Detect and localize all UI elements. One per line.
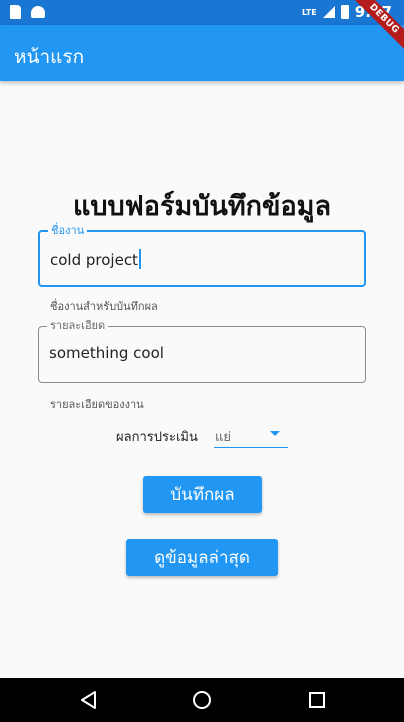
detail-field-label: รายละเอียด [47,319,109,333]
form-content: แบบฟอร์มบันทึกข้อมูล ชื่องาน cold projec… [0,81,404,678]
recent-apps-icon[interactable] [306,689,328,711]
sd-card-icon [10,5,21,19]
debug-banner: DEBUG [349,0,404,54]
text-cursor [138,249,141,269]
detail-field[interactable]: รายละเอียด something cool [38,319,366,383]
name-field[interactable]: ชื่องาน cold project [38,224,366,287]
view-latest-button[interactable]: ดูข้อมูลล่าสุด [126,539,278,576]
network-type-label: LTE [301,7,317,17]
signal-icon [322,6,335,18]
save-button[interactable]: บันทึกผล [143,476,262,513]
evaluation-selected: แย่ [215,430,231,445]
chevron-down-icon [270,431,280,436]
debug-banner-container: DEBUG [344,0,404,60]
name-field-helper: ชื่องานสำหรับบันทึกผล [50,300,158,313]
name-field-label: ชื่องาน [48,224,88,238]
page-title: หน้าแรก [14,46,85,68]
detail-field-helper: รายละเอียดของงาน [50,398,144,411]
name-field-value: cold project [50,249,141,269]
back-icon[interactable] [78,689,100,711]
android-icon [31,6,45,18]
evaluation-label: ผลการประเมิน [116,430,198,445]
evaluation-dropdown[interactable]: แย่ [214,421,288,448]
navigation-bar [0,678,404,722]
form-title: แบบฟอร์มบันทึกข้อมูล [72,191,332,222]
home-icon[interactable] [191,689,213,711]
detail-field-value: something cool [49,344,164,362]
